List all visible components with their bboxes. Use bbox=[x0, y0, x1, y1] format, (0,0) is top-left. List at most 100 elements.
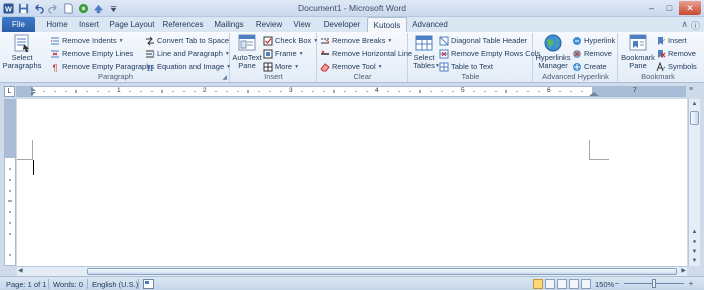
vertical-scroll-thumb[interactable] bbox=[690, 111, 699, 125]
diagonal-table-header-button[interactable]: Diagonal Table Header bbox=[439, 35, 527, 46]
more-button[interactable]: More ▼ bbox=[263, 61, 299, 72]
tab-selector-button[interactable]: L bbox=[4, 86, 15, 97]
minimize-icon[interactable]: – bbox=[643, 1, 660, 15]
remove-empty-paragraphs-button[interactable]: ¶ Remove Empty Paragraphs bbox=[50, 61, 155, 72]
tab-home[interactable]: Home bbox=[40, 17, 74, 32]
kutools-icon[interactable] bbox=[92, 3, 104, 15]
table-to-text-button[interactable]: Table to Text bbox=[439, 61, 493, 72]
tab-references[interactable]: References bbox=[161, 17, 205, 32]
check-box-label: Check Box bbox=[275, 36, 312, 45]
remove-indents-button[interactable]: Remove Indents ▼ bbox=[50, 35, 124, 46]
insert-bookmark-button[interactable]: Insert bbox=[656, 35, 687, 46]
hyperlink-button[interactable]: Hyperlink bbox=[572, 35, 615, 46]
remove-horizontal-line-button[interactable]: Remove Horizontal Line bbox=[320, 48, 412, 59]
scroll-right-icon[interactable]: ▶ bbox=[681, 267, 686, 274]
remove-empty-lines-button[interactable]: Remove Empty Lines bbox=[50, 48, 133, 59]
dialog-launcher-icon[interactable]: ◢ bbox=[222, 74, 227, 81]
vertical-scrollbar[interactable]: ▲ ▲ ● ▼ ▼ bbox=[688, 99, 700, 266]
tab-developer[interactable]: Developer bbox=[319, 17, 365, 32]
scroll-left-icon[interactable]: ◀ bbox=[18, 267, 23, 274]
insert-bookmark-icon bbox=[658, 36, 666, 45]
pi-icon: π bbox=[147, 63, 154, 72]
ruler-number: 5 bbox=[461, 87, 465, 94]
vertical-ruler-ticks bbox=[8, 168, 12, 256]
page-count[interactable]: Page: 1 of 1 bbox=[6, 280, 46, 289]
horizontal-scroll-thumb[interactable] bbox=[87, 268, 677, 275]
view-ruler-icon[interactable]: ≡ bbox=[689, 86, 699, 97]
group-bookmark: Bookmark Pane Insert Remove Symbols Book… bbox=[619, 33, 697, 82]
full-screen-reading-view-icon[interactable] bbox=[545, 279, 555, 289]
dropdown-arrow-icon: ▼ bbox=[387, 37, 393, 44]
zoom-slider-thumb[interactable] bbox=[652, 279, 656, 288]
quick-access-toolbar: W bbox=[2, 2, 119, 15]
ruler-number: 2 bbox=[203, 87, 207, 94]
tab-view[interactable]: View bbox=[288, 17, 316, 32]
vertical-ruler[interactable] bbox=[4, 99, 16, 266]
tab-mailings[interactable]: Mailings bbox=[209, 17, 249, 32]
frame-button[interactable]: Frame ▼ bbox=[263, 48, 304, 59]
remove-breaks-button[interactable]: Remove Breaks ▼ bbox=[320, 35, 392, 46]
tab-page-layout[interactable]: Page Layout bbox=[106, 17, 158, 32]
hyperlinks-manager-button[interactable]: Hyperlinks Manager bbox=[535, 34, 571, 70]
autotext-pane-icon bbox=[238, 34, 256, 51]
remove-empty-paragraphs-label: Remove Empty Paragraphs bbox=[62, 62, 155, 71]
document-page[interactable] bbox=[17, 99, 687, 266]
zoom-in-icon[interactable]: + bbox=[686, 279, 696, 289]
select-tables-button[interactable]: Select Tables ▼ bbox=[410, 34, 440, 70]
autotext-pane-button[interactable]: AutoText Pane bbox=[232, 34, 262, 70]
line-paragraph-icon bbox=[146, 50, 155, 57]
check-box-button[interactable]: Check Box ▼ bbox=[263, 35, 318, 46]
bookmark-pane-button[interactable]: Bookmark Pane bbox=[620, 34, 656, 70]
remove-empty-rows-cols-button[interactable]: Remove Empty Rows Cols bbox=[439, 48, 540, 59]
equation-and-image-button[interactable]: π Equation and Image ▼ bbox=[145, 61, 231, 72]
dropdown-arrow-icon: ▼ bbox=[298, 50, 304, 57]
zoom-out-icon[interactable]: − bbox=[612, 279, 622, 289]
print-layout-view-icon[interactable] bbox=[533, 279, 543, 289]
redo-icon[interactable] bbox=[47, 3, 59, 15]
convert-tab-to-space-button[interactable]: Convert Tab to Space bbox=[145, 35, 229, 46]
new-document-icon[interactable] bbox=[62, 3, 74, 15]
create-hyperlink-button[interactable]: Create bbox=[572, 61, 607, 72]
convert-tab-icon bbox=[146, 36, 154, 45]
draft-view-icon[interactable] bbox=[581, 279, 591, 289]
tab-file[interactable]: File bbox=[2, 17, 35, 32]
horizontal-ruler[interactable]: 1 2 3 4 5 6 7 bbox=[16, 86, 686, 97]
tab-insert[interactable]: Insert bbox=[74, 17, 104, 32]
scroll-down-icon[interactable]: ▼ bbox=[689, 256, 700, 266]
tab-advanced[interactable]: Advanced bbox=[410, 17, 450, 32]
bookmark-symbols-button[interactable]: Symbols bbox=[656, 61, 697, 72]
word-logo-icon[interactable]: W bbox=[2, 3, 14, 15]
undo-icon[interactable] bbox=[32, 3, 44, 15]
line-and-paragraph-button[interactable]: Line and Paragraph ▼ bbox=[145, 48, 230, 59]
remove-link-icon bbox=[573, 49, 581, 58]
macro-record-icon[interactable] bbox=[143, 279, 154, 290]
language-indicator[interactable]: English (U.S.) bbox=[92, 280, 138, 289]
tab-review[interactable]: Review bbox=[252, 17, 286, 32]
select-paragraphs-button[interactable]: Select Paragraphs bbox=[3, 34, 41, 70]
save-icon[interactable] bbox=[17, 3, 29, 15]
create-link-icon bbox=[573, 62, 581, 71]
web-layout-view-icon[interactable] bbox=[557, 279, 567, 289]
outline-view-icon[interactable] bbox=[569, 279, 579, 289]
select-browse-object-icon[interactable]: ● bbox=[689, 237, 700, 247]
remove-hyperlink-button[interactable]: Remove bbox=[572, 48, 612, 59]
collapse-ribbon-icon[interactable]: ∧ bbox=[681, 19, 688, 32]
print-icon[interactable] bbox=[77, 3, 89, 15]
grid-icon bbox=[263, 62, 273, 71]
svg-text:π: π bbox=[147, 63, 154, 72]
more-label: More bbox=[275, 62, 293, 71]
customize-icon[interactable] bbox=[107, 3, 119, 15]
autotext-pane-label: AutoText Pane bbox=[232, 53, 262, 70]
scroll-up-icon[interactable]: ▲ bbox=[689, 227, 700, 237]
text-cursor bbox=[33, 160, 34, 175]
remove-bookmark-button[interactable]: Remove bbox=[656, 48, 696, 59]
help-icon[interactable]: ⓘ bbox=[691, 19, 700, 32]
ruler-number: 1 bbox=[117, 87, 121, 94]
horizontal-scrollbar[interactable]: ◀ ▶ bbox=[17, 266, 687, 276]
tab-kutools[interactable]: Kutools bbox=[367, 17, 407, 32]
word-count[interactable]: Words: 0 bbox=[53, 280, 83, 289]
close-icon[interactable]: ✕ bbox=[679, 1, 701, 15]
remove-tool-button[interactable]: Remove Tool ▼ bbox=[320, 61, 383, 72]
maximize-icon[interactable]: □ bbox=[661, 1, 678, 15]
scroll-up-icon[interactable]: ▲ bbox=[689, 99, 700, 109]
